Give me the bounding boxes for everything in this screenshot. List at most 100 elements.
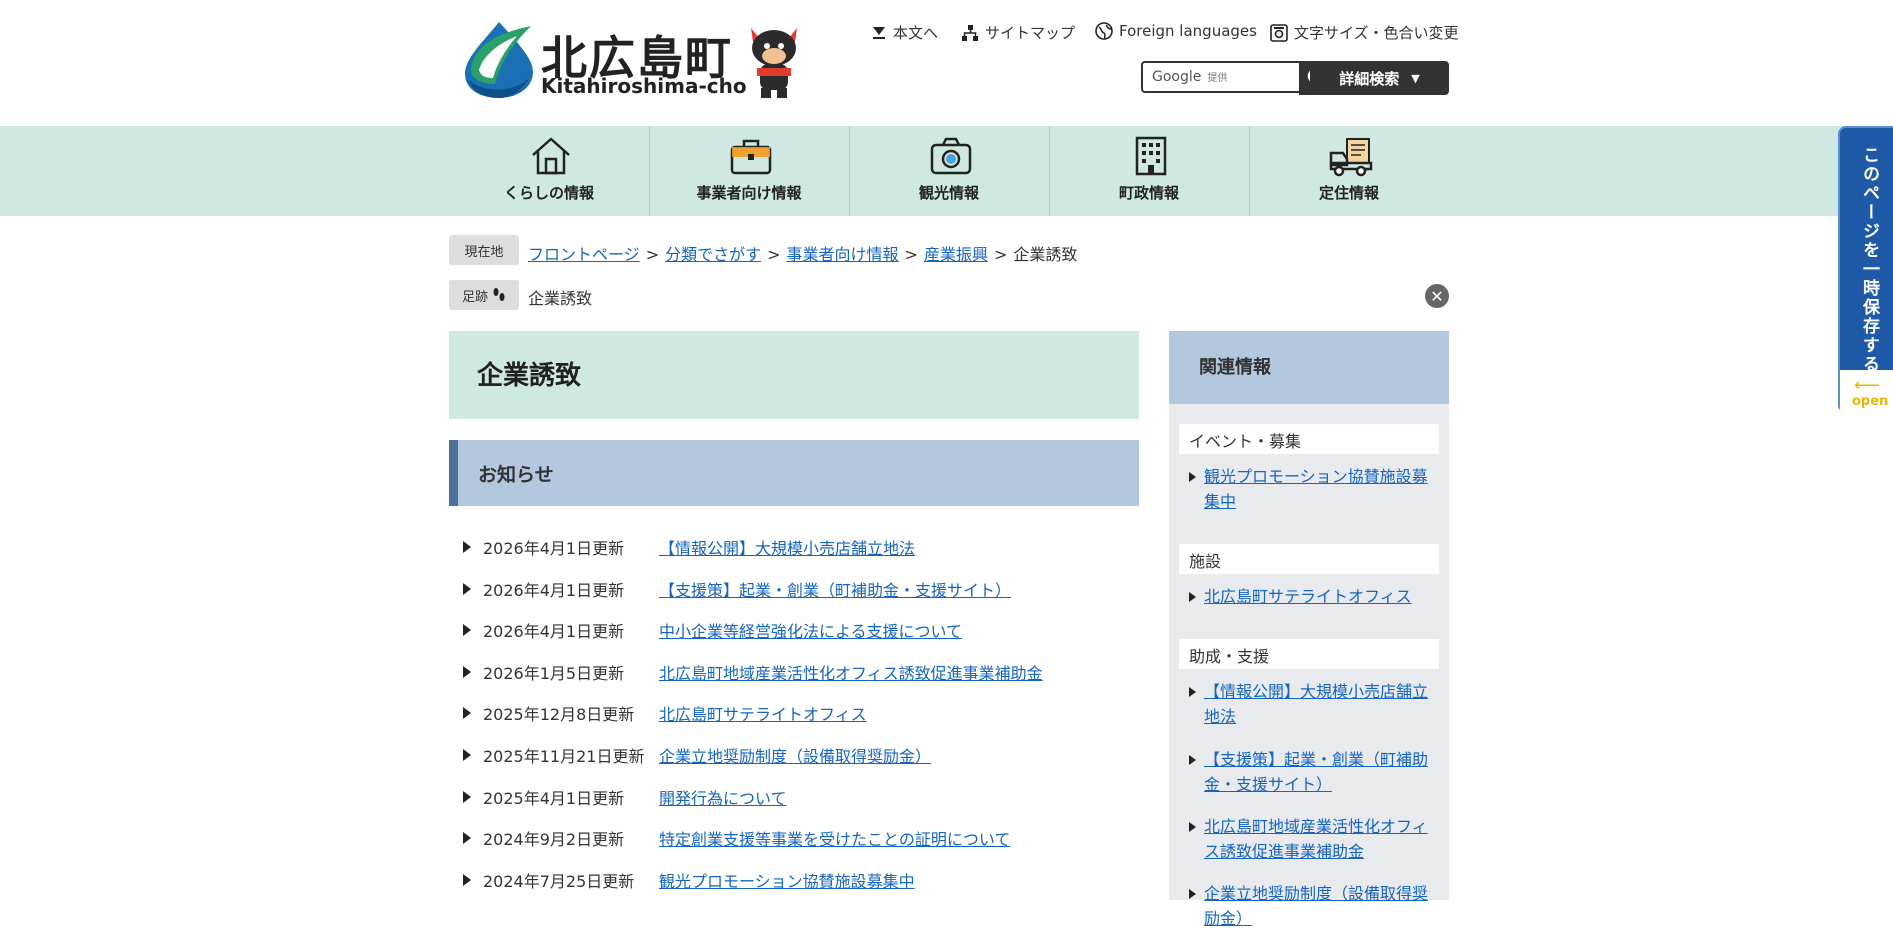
list-item: 2026年1月5日更新 北広島町地域産業活性化オフィス誘致促進事業補助金 [449,660,1149,690]
page-title: 企業誘致 [477,361,582,391]
news-link[interactable]: 観光プロモーション協賛施設募集中 [659,868,915,892]
news-date: 2024年9月2日更新 [483,830,625,849]
skip-label: 本文へ [893,24,939,42]
sitemap-link[interactable]: サイトマップ [961,22,1075,43]
sidebar-link[interactable]: 【支援策】起業・創業（町補助金・支援サイト） [1204,747,1439,797]
breadcrumb-link[interactable]: 分類でさがす [665,245,761,264]
font-color-settings-link[interactable]: 文字サイズ・色合い変更 [1270,22,1459,43]
breadcrumb: フロントページ > 分類でさがす > 事業者向け情報 > 産業振興 > 企業誘致 [528,241,1077,265]
google-label: Google 提供 [1152,69,1228,85]
sidebar-link-item: 企業立地奨励制度（設備取得奨励金） [1179,881,1439,931]
news-date: 2025年4月1日更新 [483,789,625,808]
close-footprint-button[interactable]: ✕ [1425,284,1449,308]
bullet-triangle-icon [1189,822,1196,832]
news-link[interactable]: 特定創業支援等事業を受けたことの証明について [659,826,1010,850]
page-title-box: 企業誘致 [449,331,1139,419]
news-heading: お知らせ [478,464,554,486]
nav-item-business[interactable]: 事業者向け情報 [649,126,849,216]
skip-to-content-link[interactable]: 本文へ [871,22,938,43]
moving-truck-icon [1329,138,1373,177]
bullet-triangle-icon [463,874,471,886]
site-search-input[interactable]: Google 提供 [1141,61,1299,93]
sidebar-link-item: 【情報公開】大規模小売店舗立地法 [1179,679,1439,729]
footprint-tag-label: 足跡 [461,289,488,305]
news-link[interactable]: 開発行為について [659,785,787,809]
camera-icon [930,137,972,175]
advanced-search-button[interactable]: 詳細検索 ▼ [1310,61,1449,95]
sidebar-link-item: 北広島町地域産業活性化オフィス誘致促進事業補助金 [1179,814,1439,864]
news-date: 2025年11月21日更新 [483,747,645,766]
house-icon [532,137,570,175]
breadcrumb-link[interactable]: 事業者向け情報 [787,245,899,264]
advanced-search-label: 詳細検索 [1339,69,1400,88]
nav-item-living[interactable]: くらしの情報 [449,126,649,216]
nav-label: 観光情報 [918,184,979,202]
down-arrow-icon [873,26,885,39]
breadcrumb-separator: > [645,245,660,264]
sidebar-link[interactable]: 【情報公開】大規模小売店舗立地法 [1204,679,1439,729]
news-link[interactable]: 企業立地奨励制度（設備取得奨励金） [659,743,931,767]
bullet-triangle-icon [463,624,471,636]
bullet-triangle-icon [463,749,471,761]
bullet-triangle-icon [463,791,471,803]
nav-label: 町政情報 [1118,184,1179,202]
logo-drop-icon [465,22,533,98]
sidebar-link[interactable]: 観光プロモーション協賛施設募集中 [1204,464,1439,514]
sidebar-link[interactable]: 北広島町地域産業活性化オフィス誘致促進事業補助金 [1204,814,1439,864]
font-color-label: 文字サイズ・色合い変更 [1294,24,1459,42]
nav-label: 事業者向け情報 [696,184,802,202]
footprints-icon [493,288,505,301]
footprint-item[interactable]: 企業誘致 [528,285,592,309]
nav-item-tourism[interactable]: 観光情報 [849,126,1049,216]
nav-label: くらしの情報 [503,184,594,202]
news-link[interactable]: 【情報公開】大規模小売店舗立地法 [659,535,915,559]
footprint-tag: 足跡 [449,280,519,310]
list-item: 2025年11月21日更新 企業立地奨励制度（設備取得奨励金） [449,743,1149,773]
open-label: open [1852,394,1889,409]
foreign-languages-link[interactable]: Foreign languages [1095,22,1257,40]
building-icon [1135,136,1167,176]
news-link[interactable]: 【支援策】起業・創業（町補助金・支援サイト） [659,577,1011,601]
bullet-triangle-icon [1189,472,1196,482]
breadcrumb-link[interactable]: フロントページ [528,245,640,264]
left-arrow-icon: ⟵ [1854,375,1880,396]
breadcrumb-separator: > [904,245,918,264]
save-page-label: このページを一時保存する [1859,146,1879,374]
nav-item-settlement[interactable]: 定住情報 [1249,126,1449,216]
sitemap-icon [962,24,978,41]
bullet-triangle-icon [463,707,471,719]
mascot-icon [751,28,797,98]
briefcase-icon [730,139,772,175]
sidebar-category: 施設 [1179,544,1439,574]
globe-icon [1095,22,1113,40]
foreign-label: Foreign languages [1119,22,1257,40]
news-link[interactable]: 北広島町サテライトオフィス [659,701,867,725]
news-date: 2026年4月1日更新 [483,581,625,600]
sidebar-heading-box: 関連情報 [1169,331,1449,404]
news-link[interactable]: 北広島町地域産業活性化オフィス誘致促進事業補助金 [659,660,1043,684]
nav-item-town-admin[interactable]: 町政情報 [1049,126,1249,216]
save-page-tab[interactable]: このページを一時保存する ⟵ open [1838,126,1893,415]
bullet-triangle-icon [463,666,471,678]
news-link[interactable]: 中小企業等経営強化法による支援について [659,618,962,642]
site-logo[interactable]: 北広島町 Kitahiroshima-cho [461,18,811,102]
news-date: 2026年1月5日更新 [483,664,625,683]
news-date: 2025年12月8日更新 [483,705,635,724]
list-item: 2026年4月1日更新 【支援策】起業・創業（町補助金・支援サイト） [449,577,1149,607]
bullet-triangle-icon [1189,687,1196,697]
close-icon: ✕ [1430,286,1444,306]
list-item: 2025年4月1日更新 開発行為について [449,785,1149,815]
global-nav: くらしの情報 事業者向け情報 観光情報 町政情報 定住情報 [0,126,1893,216]
bullet-triangle-icon [1189,755,1196,765]
news-heading-box: お知らせ [449,440,1139,506]
nav-label: 定住情報 [1318,184,1379,202]
bullet-triangle-icon [1189,592,1196,602]
sidebar-link[interactable]: 北広島町サテライトオフィス [1204,584,1439,609]
bullet-triangle-icon [463,541,471,553]
sidebar-link-item: 北広島町サテライトオフィス [1179,584,1439,609]
settings-icon [1270,23,1288,42]
bullet-triangle-icon [463,583,471,595]
news-date: 2026年4月1日更新 [483,539,625,558]
sidebar-link[interactable]: 企業立地奨励制度（設備取得奨励金） [1204,881,1439,931]
breadcrumb-link[interactable]: 産業振興 [924,245,988,264]
